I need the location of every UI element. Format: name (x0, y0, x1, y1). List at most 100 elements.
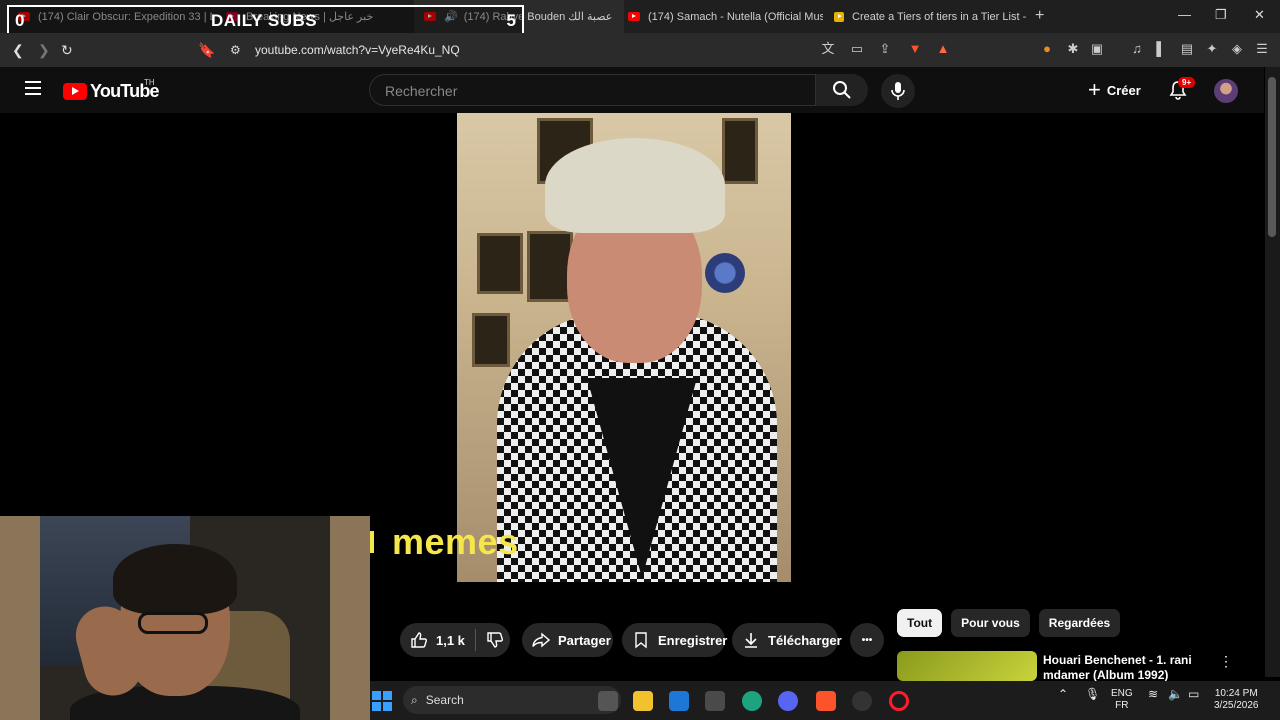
windows-start-icon[interactable] (372, 691, 392, 711)
brave-rewards-icon[interactable]: ▲ (936, 42, 950, 56)
leo-ai-icon[interactable]: ✦ (1205, 42, 1219, 56)
voice-search-button[interactable] (881, 74, 915, 108)
close-window-icon[interactable]: ✕ (1254, 7, 1265, 23)
wall-frame (472, 313, 510, 367)
site-settings-icon[interactable]: ⚙ (230, 43, 241, 57)
youtube-favicon-icon (628, 12, 640, 21)
language-bottom: FR (1115, 700, 1129, 711)
chip-pour-vous[interactable]: Pour vous (951, 609, 1030, 637)
store-icon[interactable] (669, 691, 689, 711)
create-label: Créer (1106, 82, 1141, 98)
opera-icon[interactable] (889, 691, 909, 711)
wall-frame (527, 231, 573, 302)
download-icon (745, 633, 757, 648)
recommendation-title[interactable]: Houari Benchenet - 1. rani mdamer (Album… (1043, 653, 1203, 683)
share-button[interactable]: Partager (522, 623, 613, 657)
save-button[interactable]: Enregistrer (622, 623, 728, 657)
vpn-icon[interactable]: ◈ (1230, 42, 1244, 56)
browser-menu-icon[interactable]: ☰ (1255, 42, 1269, 56)
recommendation-filter-chips: Tout Pour vous Regardées (897, 609, 1129, 637)
create-button[interactable]: + Créer (1088, 77, 1141, 102)
app-icon[interactable] (705, 691, 725, 711)
recommendation-menu-icon[interactable]: ⋮ (1219, 653, 1233, 670)
page-scrollbar[interactable] (1265, 67, 1280, 677)
forward-icon[interactable]: ❯ (38, 42, 50, 59)
url-field[interactable]: youtube.com/watch?v=VyeRe4Ku_NQ (255, 43, 460, 57)
plus-icon: + (1088, 77, 1101, 102)
search-button[interactable] (816, 74, 868, 106)
browser-tab[interactable]: Create a Tiers of tiers in a Tier List -… (824, 0, 1029, 33)
clock-date: 3/25/2026 (1214, 700, 1259, 711)
brave-shields-icon[interactable]: ▼ (908, 42, 922, 56)
like-count[interactable]: 1,1 k (436, 633, 465, 648)
bookmark-icon[interactable]: 🔖 (198, 42, 215, 59)
curtain (330, 516, 370, 720)
translate-icon[interactable]: 文 (821, 42, 835, 56)
restore-icon[interactable]: ❐ (1215, 7, 1227, 23)
notification-badge: 9+ (1178, 77, 1196, 88)
language-indicator[interactable]: ENG FR (1111, 688, 1133, 712)
minimize-icon[interactable]: — (1178, 7, 1191, 22)
taskbar-search[interactable]: ⌕ Search (403, 686, 621, 714)
search-input[interactable] (383, 82, 787, 100)
new-tab-button[interactable]: + (1035, 7, 1044, 25)
share-label: Partager (558, 632, 611, 648)
tab-icon[interactable]: ▣ (1090, 42, 1104, 56)
wifi-icon[interactable]: ≋ (1148, 688, 1158, 700)
discord-icon[interactable] (778, 691, 798, 711)
thumbs-down-icon[interactable] (486, 631, 504, 649)
clock-time: 10:24 PM (1214, 688, 1258, 699)
share-icon[interactable]: ⇪ (878, 42, 892, 56)
video-player[interactable] (457, 113, 791, 582)
recommendation-thumbnail[interactable] (897, 651, 1037, 681)
flat-cap (545, 138, 725, 233)
search-icon: ⌕ (411, 692, 418, 707)
search-icon (833, 81, 851, 99)
music-icon[interactable]: ♫ (1130, 42, 1144, 56)
share-arrow-icon (532, 632, 550, 648)
volume-icon[interactable]: 🔈 (1168, 688, 1183, 700)
windows-taskbar: ⌕ Search ⌃ 🎙 ENG FR ≋ 🔈 ▭ 10:24 PM 3/25/… (370, 681, 1280, 720)
country-code: TH (144, 78, 155, 87)
clock[interactable]: 10:24 PM 3/25/2026 (1214, 688, 1259, 712)
download-button[interactable]: Télécharger (732, 623, 842, 657)
thumbs-up-icon[interactable] (410, 631, 428, 649)
search-box (369, 74, 816, 106)
brave-icon[interactable] (816, 691, 836, 711)
video-caption: memes (392, 521, 519, 562)
tab-title: (174) Samach - Nutella (Official Musi (648, 10, 823, 23)
obs-icon[interactable] (852, 691, 872, 711)
browser-tab[interactable]: (174) Samach - Nutella (Official Musi (618, 0, 823, 33)
sidebar-icon[interactable]: ▌ (1154, 42, 1168, 56)
chip-regardees[interactable]: Regardées (1038, 609, 1121, 637)
wallet-icon[interactable]: ▤ (1180, 42, 1194, 56)
task-view-icon[interactable] (598, 691, 618, 711)
scrollbar-thumb[interactable] (1268, 77, 1276, 237)
file-explorer-icon[interactable] (633, 691, 653, 711)
curtain (0, 516, 40, 720)
extension-icon[interactable]: ● (1040, 42, 1054, 56)
show-hidden-icons[interactable]: ⌃ (1058, 688, 1068, 700)
subs-left-count: 0 (15, 11, 25, 30)
download-label: Télécharger (768, 632, 842, 648)
avatar[interactable] (1214, 79, 1238, 103)
back-icon[interactable]: ❮ (12, 42, 24, 59)
more-actions-button[interactable]: ••• (850, 623, 884, 657)
taskbar-search-label: Search (425, 693, 464, 707)
tab-title: Create a Tiers of tiers in a Tier List -… (852, 10, 1029, 23)
hamburger-menu-icon[interactable] (25, 81, 41, 99)
save-label: Enregistrer (658, 632, 728, 648)
reload-icon[interactable]: ↻ (61, 42, 73, 59)
microphone-tray-icon[interactable]: 🎙 (1085, 688, 1100, 700)
battery-icon[interactable]: ▭ (1188, 688, 1199, 700)
subs-title: DAILY SUBS (211, 11, 318, 30)
puzzle-icon[interactable]: ✱ (1066, 42, 1080, 56)
edge-icon[interactable] (742, 691, 762, 711)
chip-tout[interactable]: Tout (897, 609, 943, 637)
address-bar: ❮ ❯ ↻ 🔖 ⚙ youtube.com/watch?v=VyeRe4Ku_N… (0, 33, 1280, 67)
webcam-overlay (0, 516, 370, 720)
video-actions: 1,1 k Partager Enregistrer Télécharger •… (0, 623, 884, 658)
youtube-logo[interactable]: YouTube TH (63, 78, 160, 102)
cast-icon[interactable]: ▭ (850, 42, 864, 56)
headset-icon (705, 253, 745, 293)
